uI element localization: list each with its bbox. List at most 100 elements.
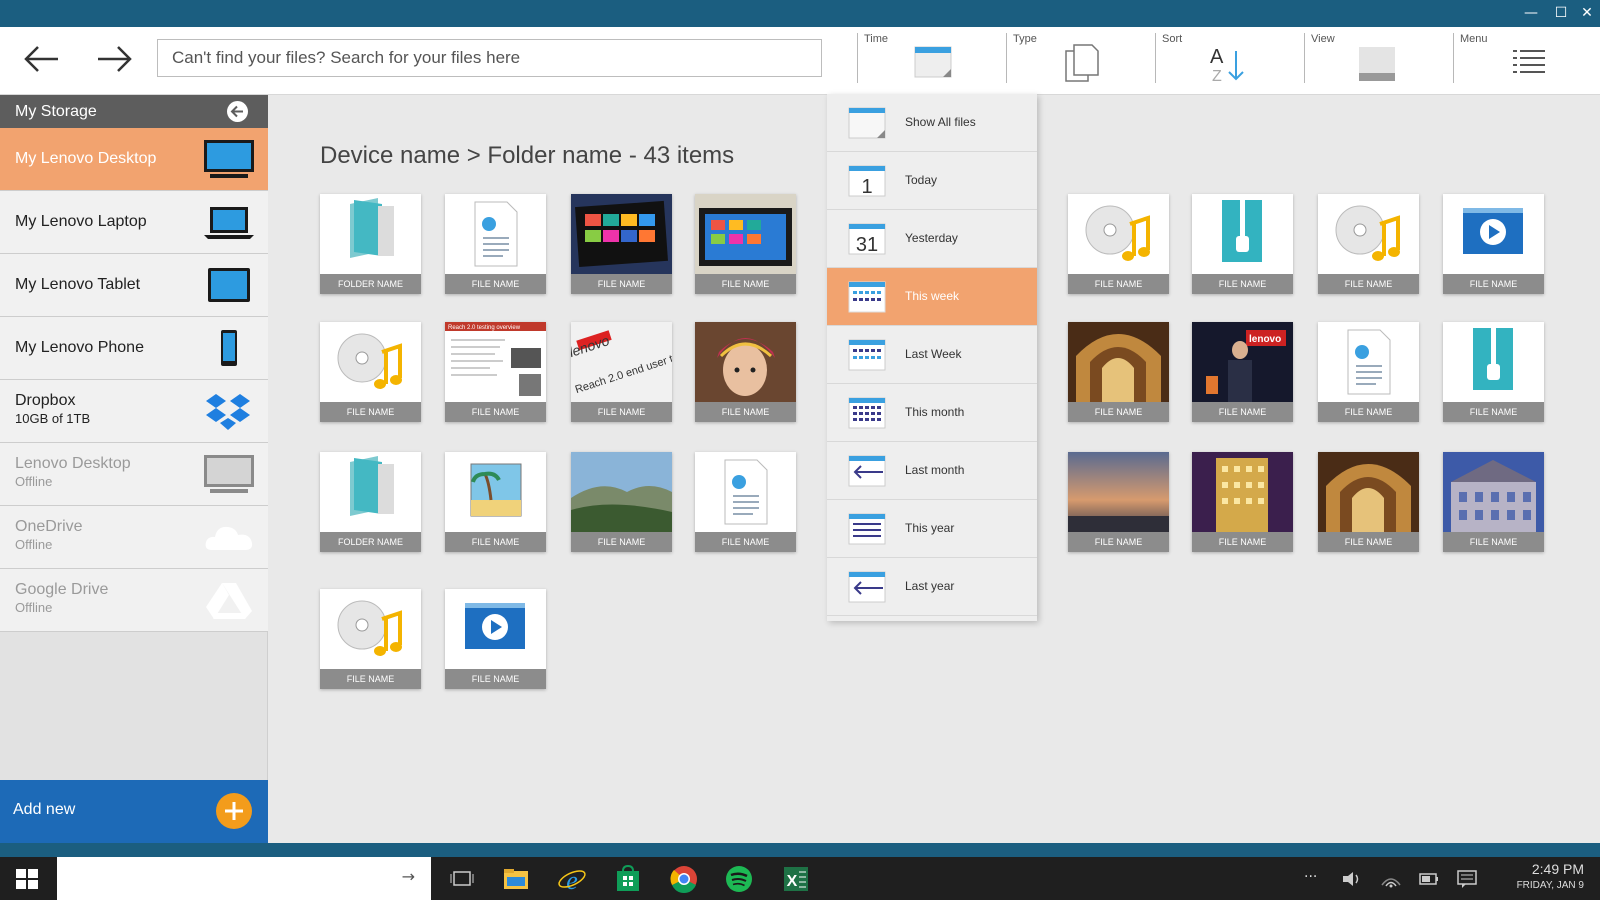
sidebar-item-dropbox[interactable]: Dropbox 10GB of 1TB [0,380,268,443]
file-tile[interactable]: FILE NAME [1443,194,1544,294]
picture-thumbnail [445,452,546,532]
sidebar-item-onedrive[interactable]: OneDrive Offline [0,506,268,569]
photo-sunset-thumbnail [1068,452,1169,532]
chrome-icon[interactable] [668,863,700,895]
arrow-left-icon [24,46,58,72]
calendar-icon [848,107,886,139]
excel-icon[interactable]: X [780,863,812,895]
tool-sort[interactable]: Sort AZ [1155,33,1300,83]
sidebar-item-my-lenovo-laptop[interactable]: My Lenovo Laptop [0,191,268,254]
sidebar-item-my-lenovo-tablet[interactable]: My Lenovo Tablet [0,254,268,317]
taskbar-clock[interactable]: 2:49 PM FRIDAY, JAN 9 [1517,861,1584,891]
time-option-label: Last month [905,463,965,477]
tile-caption: FILE NAME [1318,274,1419,294]
file-tile[interactable]: FILE NAME [1318,452,1419,552]
close-button[interactable]: ✕ [1572,0,1600,27]
document-thumbnail [445,194,546,274]
time-option-this-year[interactable]: This year [827,500,1037,558]
tool-view-label: View [1311,33,1335,45]
file-tile[interactable]: FILE NAME [1068,194,1169,294]
sidebar-item-lenovo-desktop[interactable]: Lenovo Desktop Offline [0,443,268,506]
file-tile[interactable]: FILE NAME [320,589,421,689]
file-tile[interactable]: FILE NAME [1192,194,1293,294]
file-tile[interactable]: FILE NAME [445,589,546,689]
add-new-label: Add new [13,801,76,818]
file-tile[interactable]: FILE NAME [320,322,421,422]
battery-icon[interactable] [1418,871,1440,887]
add-new-button[interactable]: Add new [0,780,268,843]
store-icon[interactable] [612,863,644,895]
minimize-button[interactable]: — [1516,0,1546,27]
sidebar-item-label: Dropbox [15,392,76,409]
time-option-this-week[interactable]: This week [827,268,1037,326]
tool-view[interactable]: View [1304,33,1449,83]
file-tile[interactable]: lenovo FILE NAME [1192,322,1293,422]
tool-type-label: Type [1013,33,1037,45]
notifications-icon[interactable] [1456,869,1478,889]
time-option-last-month[interactable]: Last month [827,442,1037,500]
tile-caption: FILE NAME [695,532,796,552]
volume-icon[interactable] [1340,869,1362,889]
folder-tile[interactable]: FOLDER NAME [320,452,421,552]
file-tile[interactable]: FILE NAME [1443,452,1544,552]
file-tile[interactable]: lenovo Reach 2.0 end user testi FILE NAME [571,322,672,422]
forward-button[interactable] [90,35,140,85]
file-tile[interactable]: FILE NAME [1318,322,1419,422]
photo-building-thumbnail [1192,452,1293,532]
collapse-sidebar-button[interactable] [227,101,248,122]
tile-caption: FILE NAME [1318,532,1419,552]
time-option-show-all[interactable]: Show All files [827,94,1037,152]
tool-time[interactable]: Time [857,33,1002,83]
time-option-last-week[interactable]: Last Week [827,326,1037,384]
sidebar-item-sub: Offline [15,537,53,552]
file-tile[interactable]: FILE NAME [1068,322,1169,422]
internet-explorer-icon[interactable]: e [556,863,588,895]
tile-caption: FILE NAME [445,274,546,294]
time-option-yesterday[interactable]: 31 Yesterday [827,210,1037,268]
file-tile[interactable]: Reach 2.0 testing overview FILE NAME [445,322,546,422]
folder-tile[interactable]: FOLDER NAME [320,194,421,294]
search-input[interactable]: Can't find your files? Search for your f… [157,39,822,77]
file-tile[interactable]: FILE NAME [1192,452,1293,552]
file-tile[interactable]: FILE NAME [1318,194,1419,294]
sidebar-item-google-drive[interactable]: Google Drive Offline [0,569,268,632]
wifi-icon[interactable] [1380,869,1402,889]
file-explorer-icon[interactable] [500,863,532,895]
tile-caption: FILE NAME [445,669,546,689]
time-option-today[interactable]: 1 Today [827,152,1037,210]
file-tile[interactable]: FILE NAME [571,452,672,552]
time-option-label: This month [905,405,965,419]
music-thumbnail [320,322,421,402]
sidebar-item-my-lenovo-phone[interactable]: My Lenovo Phone [0,317,268,380]
file-tile[interactable]: FILE NAME [695,194,796,294]
file-tile[interactable]: FILE NAME [571,194,672,294]
task-view-icon[interactable] [446,863,478,895]
spotify-icon[interactable] [723,863,755,895]
taskbar-search[interactable]: → [57,857,431,900]
time-option-this-month[interactable]: This month [827,384,1037,442]
file-tile[interactable]: FILE NAME [695,322,796,422]
breadcrumb: Device name > Folder name - 43 items [320,142,735,169]
sidebar-item-my-lenovo-desktop[interactable]: My Lenovo Desktop [0,128,268,191]
time-option-last-year[interactable]: Last year [827,558,1037,616]
tool-menu-label: Menu [1460,33,1488,45]
arrow-right-icon [98,46,132,72]
back-button[interactable] [18,35,68,85]
file-tile[interactable]: FILE NAME [445,194,546,294]
file-tile[interactable]: FILE NAME [445,452,546,552]
time-option-label: Last year [905,579,955,593]
windows-start-icon[interactable] [16,869,38,889]
clock-time: 2:49 PM [1531,861,1584,877]
tray-overflow-icon[interactable]: ··· [1304,869,1317,885]
tile-caption: FILE NAME [1192,402,1293,422]
storage-sidebar: My Storage My Lenovo Desktop My Lenovo L… [0,95,268,843]
file-tile[interactable]: FILE NAME [695,452,796,552]
file-tile[interactable]: FILE NAME [1443,322,1544,422]
tool-type[interactable]: Type [1006,33,1151,83]
tablet-icon [208,268,250,302]
photo-monitor-thumbnail [695,194,796,274]
photo-tablet-thumbnail [571,194,672,274]
tool-menu[interactable]: Menu [1453,33,1598,83]
file-tile[interactable]: FILE NAME [1068,452,1169,552]
photo-arch-thumbnail [1068,322,1169,402]
